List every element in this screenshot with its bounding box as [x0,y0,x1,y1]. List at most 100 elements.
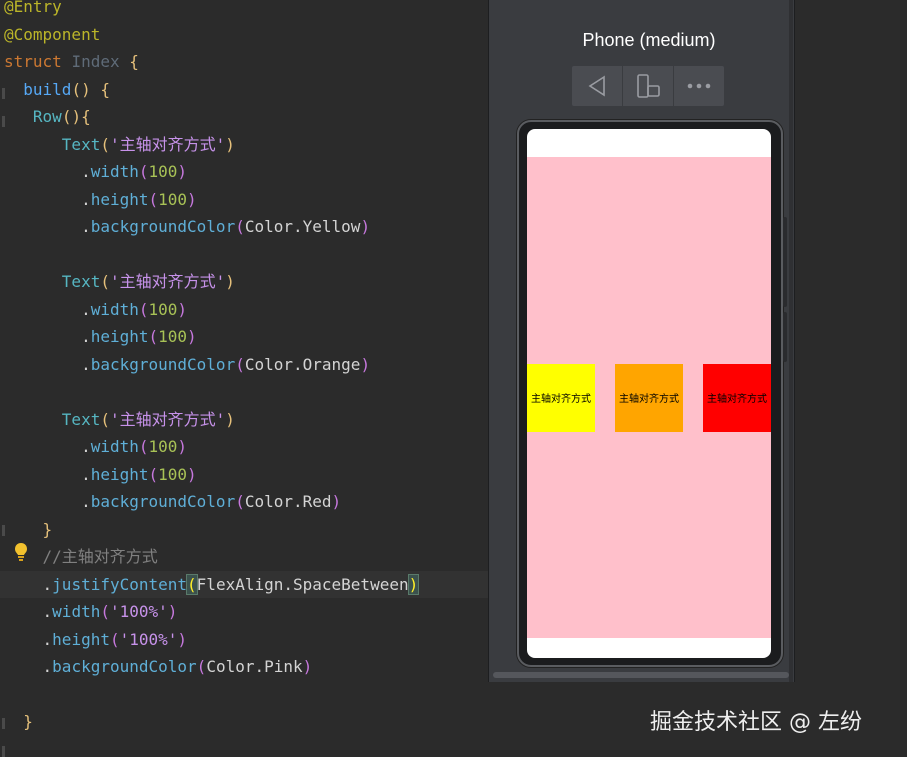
phone-screen[interactable]: 主轴对齐方式 主轴对齐方式 主轴对齐方式 [527,129,771,658]
code-line[interactable]: .backgroundColor(Color.Orange) [4,351,370,378]
code-token: ( [138,437,149,456]
fold-marker[interactable] [2,718,5,729]
code-line[interactable]: @Component [4,21,100,48]
code-token: ) [360,217,371,236]
code-line[interactable]: Text('主轴对齐方式') [4,406,235,433]
code-token: . [4,217,91,236]
code-line[interactable]: .height('100%') [4,626,188,653]
code-token: . [4,464,91,484]
back-button[interactable] [572,66,623,106]
lightbulb-icon[interactable] [13,542,29,562]
code-line[interactable]: .backgroundColor(Color.Pink) [4,653,313,680]
volume-button [783,217,787,307]
code-token: 100 [148,437,178,456]
code-token: ) [225,134,235,154]
vertical-scrollbar[interactable] [789,0,793,682]
device-title: Phone (medium) [582,30,716,50]
code-token: ) [187,464,197,484]
code-token: ( [138,299,149,319]
previewer-toolbar [572,66,724,106]
text-box-red[interactable]: 主轴对齐方式 [703,363,771,432]
code-token: height [90,464,149,484]
code-token: ( [148,189,159,209]
code-token: backgroundColor [90,217,236,236]
code-token: ) [407,573,420,595]
code-token: ) [360,354,371,374]
code-token: ( [138,162,149,181]
code-line[interactable]: .height(100) [4,323,197,350]
code-token: ) [225,409,235,429]
code-token: build [23,79,72,99]
code-token: ) [167,602,178,621]
code-token: Color.Yellow [244,217,361,236]
code-token: ( [100,602,110,621]
code-line[interactable]: Text('主轴对齐方式') [4,131,235,158]
text-box-orange[interactable]: 主轴对齐方式 [615,363,683,432]
code-token: . [4,299,91,319]
code-token: Color.Red [244,492,332,511]
code-token: (){ [61,107,91,126]
watermark: 掘金技术社区 @ 左纷 [650,710,862,735]
power-button [783,312,787,362]
back-triangle-icon [588,75,605,97]
code-line[interactable]: .height(100) [4,461,197,488]
code-line[interactable]: .backgroundColor(Color.Red) [4,488,341,515]
code-line[interactable]: } [4,708,33,735]
code-line[interactable]: } [4,516,53,543]
code-token: ) [331,492,342,511]
code-token: 100 [148,299,178,319]
code-line[interactable]: .justifyContent(FlexAlign.SpaceBetween) [0,570,492,598]
code-line[interactable]: .width(100) [4,296,187,323]
code-line[interactable]: .width('100%') [4,598,178,625]
code-token: height [90,189,149,209]
code-token: ( [148,464,159,484]
fold-marker[interactable] [2,116,5,127]
code-token: . [4,629,53,649]
more-button[interactable] [674,66,724,106]
code-token: @Component [4,24,101,44]
code-token: . [4,189,91,209]
text-box-yellow[interactable]: 主轴对齐方式 [527,363,595,432]
device-rotate-icon [637,74,660,98]
code-token: backgroundColor [90,354,236,374]
horizontal-scrollbar[interactable] [493,672,789,678]
code-token: Text [61,134,101,154]
code-token: ) [177,162,188,181]
code-line[interactable]: @Entry [4,0,62,20]
code-token: 100 [148,162,178,181]
fold-marker[interactable] [2,88,5,99]
code-token: . [4,327,91,346]
code-line[interactable]: .width(100) [4,158,187,185]
code-line[interactable]: .width(100) [4,433,187,460]
code-token: @Entry [4,0,62,16]
code-token: 100 [158,464,188,484]
code-line[interactable]: Text('主轴对齐方式') [4,268,235,295]
code-token: width [52,602,101,621]
code-line[interactable]: .height(100) [4,186,197,213]
code-line[interactable]: struct Index { [4,48,139,75]
fold-marker[interactable] [2,525,5,536]
code-line[interactable]: .backgroundColor(Color.Yellow) [4,213,370,240]
code-token: ) [302,657,313,676]
fold-marker[interactable] [2,746,5,757]
code-token: } [23,712,33,731]
code-token: justifyContent [52,574,188,594]
code-token: ) [177,629,188,649]
code-token: backgroundColor [52,657,197,676]
code-token: '100%' [119,629,178,649]
code-line[interactable]: build() { [4,76,110,103]
code-token: width [90,162,139,181]
code-line[interactable]: Row(){ [4,103,91,130]
code-token: Color.Pink [206,657,303,676]
code-token: . [4,574,53,594]
code-token: Row [32,107,62,126]
rotate-device-button[interactable] [623,66,674,106]
code-token: ( [109,629,120,649]
